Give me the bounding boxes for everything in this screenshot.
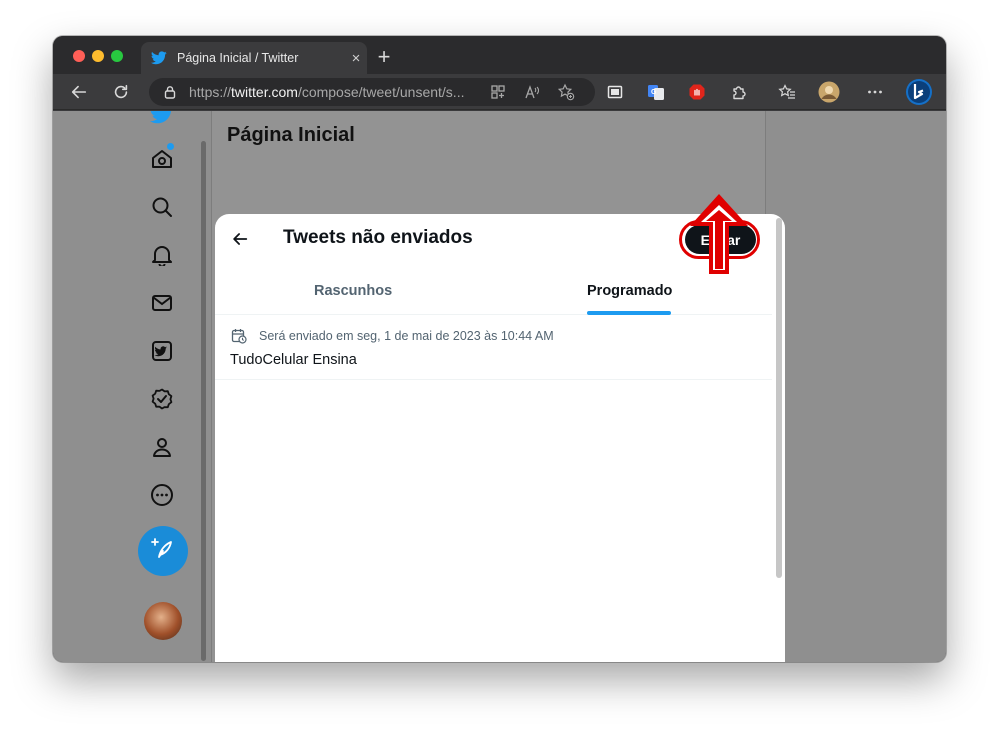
more-options-icon[interactable] — [863, 80, 887, 104]
calendar-clock-icon — [231, 328, 247, 344]
dialog-scrollbar[interactable] — [776, 218, 782, 578]
tab-drafts[interactable]: Rascunhos — [314, 267, 392, 315]
compose-tweet-button[interactable] — [138, 526, 188, 576]
profile-avatar-icon[interactable] — [817, 80, 841, 104]
verified-icon[interactable] — [149, 386, 175, 412]
twitter-logo-icon[interactable] — [149, 111, 175, 127]
profile-icon[interactable] — [149, 434, 175, 460]
maximize-window-button[interactable] — [111, 50, 123, 62]
bell-icon[interactable] — [149, 242, 175, 268]
close-window-button[interactable] — [73, 50, 85, 62]
scheduled-tweet-item[interactable]: Será enviado em seg, 1 de mai de 2023 às… — [215, 316, 772, 380]
address-bar[interactable]: https://twitter.com/compose/tweet/unsent… — [149, 78, 595, 106]
url-text: https://twitter.com/compose/tweet/unsent… — [189, 84, 475, 100]
refresh-icon[interactable] — [109, 80, 133, 104]
back-arrow-icon[interactable] — [67, 80, 91, 104]
block-extension-icon[interactable] — [685, 80, 709, 104]
title-bar: Página Inicial / Twitter × + — [53, 36, 946, 74]
tab-title: Página Inicial / Twitter — [177, 51, 299, 65]
dialog-title: Tweets não enviados — [283, 227, 473, 248]
lock-icon — [163, 85, 177, 99]
twitter-blue-icon[interactable] — [149, 338, 175, 364]
unsent-tweets-dialog: Tweets não enviados Editar Rascunhos Pro… — [215, 214, 785, 662]
app-available-icon[interactable] — [487, 81, 509, 103]
favorites-icon[interactable] — [775, 80, 799, 104]
read-aloud-icon[interactable] — [521, 81, 543, 103]
feather-plus-icon — [150, 536, 176, 567]
account-avatar[interactable] — [144, 602, 182, 640]
bing-chat-icon[interactable] — [905, 78, 933, 106]
tweet-text: TudoCelular Ensina — [230, 352, 357, 368]
screenshot-extension-icon[interactable] — [603, 80, 627, 104]
sidebar-scrollbar[interactable] — [201, 141, 206, 661]
active-tab-indicator — [587, 311, 671, 315]
minimize-window-button[interactable] — [92, 50, 104, 62]
tab-scheduled[interactable]: Programado — [587, 267, 672, 315]
new-tab-button[interactable]: + — [373, 44, 395, 70]
page-content: Página Inicial Tweets não enviados Rascu… — [53, 111, 946, 662]
red-arrow-annotation — [690, 194, 748, 274]
tab-close-icon[interactable]: × — [345, 50, 367, 67]
twitter-bird-icon — [151, 51, 167, 65]
back-arrow-icon[interactable] — [229, 228, 251, 250]
mail-icon[interactable] — [149, 290, 175, 316]
browser-toolbar: https://twitter.com/compose/tweet/unsent… — [53, 74, 946, 110]
scheduled-time-text: Será enviado em seg, 1 de mai de 2023 às… — [259, 329, 554, 343]
url-path: /compose/tweet/unsent/s... — [297, 84, 465, 100]
more-icon[interactable] — [149, 482, 175, 508]
notification-dot — [167, 143, 174, 150]
browser-tab[interactable]: Página Inicial / Twitter × — [141, 42, 367, 74]
url-scheme: https:// — [189, 84, 232, 100]
browser-window: Página Inicial / Twitter × + https://twi… — [53, 36, 946, 662]
url-host: twitter.com — [231, 84, 298, 100]
search-icon[interactable] — [149, 194, 175, 220]
page-heading: Página Inicial — [227, 124, 355, 146]
add-favorite-icon[interactable] — [555, 81, 577, 103]
extensions-puzzle-icon[interactable] — [727, 80, 751, 104]
svg-text:G: G — [651, 89, 657, 96]
translate-extension-icon[interactable]: G — [644, 80, 668, 104]
